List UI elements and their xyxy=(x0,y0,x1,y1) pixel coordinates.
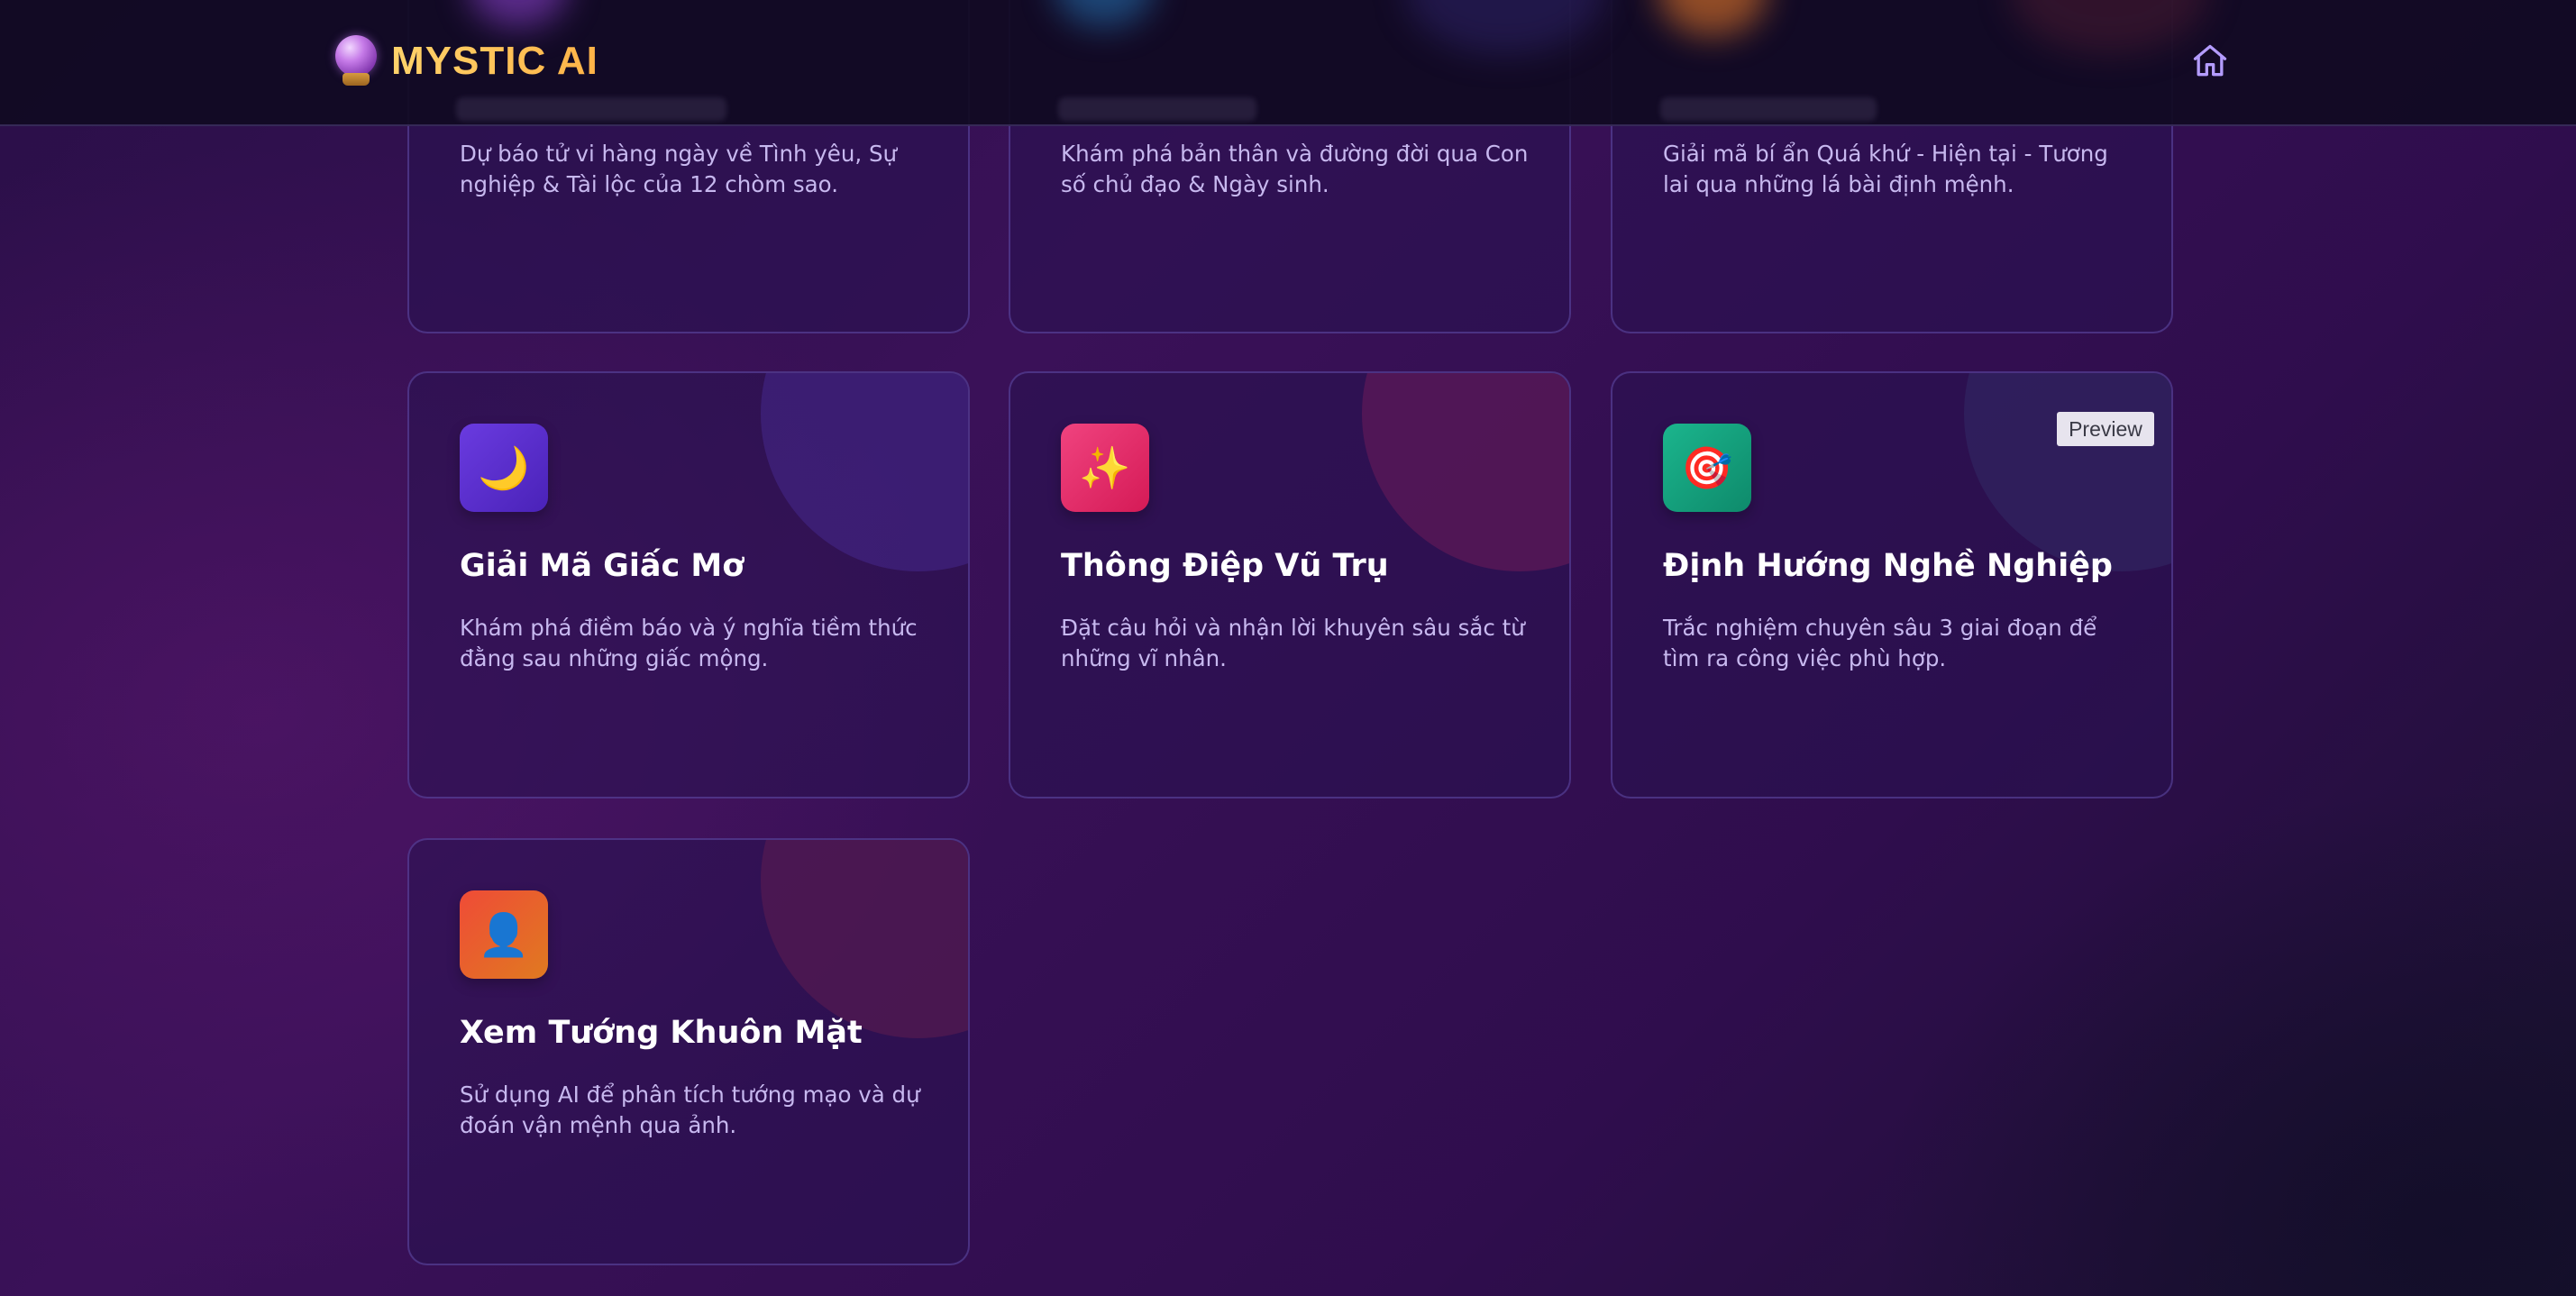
card-description: Giải mã bí ẩn Quá khứ - Hiện tại - Tương… xyxy=(1663,141,2108,197)
header-glow xyxy=(1055,0,1154,27)
home-icon xyxy=(2193,44,2227,77)
card-decor-circle xyxy=(761,840,968,1038)
crescent-moon-icon: 🌙 xyxy=(460,424,548,512)
header-glow xyxy=(469,0,568,27)
card-title: Giải Mã Giấc Mơ xyxy=(460,548,744,584)
card-face-reading[interactable]: 👤 Xem Tướng Khuôn Mặt Sử dụng AI để phân… xyxy=(407,838,970,1265)
brand-name: MYSTIC AI xyxy=(391,39,598,83)
card-description: Khám phá điềm báo và ý nghĩa tiềm thức đ… xyxy=(460,615,918,671)
card-dream-interpretation[interactable]: 🌙 Giải Mã Giấc Mơ Khám phá điềm báo và ý… xyxy=(407,371,970,799)
brand-logo[interactable]: MYSTIC AI xyxy=(333,34,598,88)
card-description: Dự báo tử vi hàng ngày về Tình yêu, Sự n… xyxy=(460,141,898,197)
face-silhouette-icon: 👤 xyxy=(460,890,548,979)
card-decor-circle xyxy=(1362,373,1569,571)
header-glow xyxy=(1658,0,1767,36)
scrolled-card-title-ghost xyxy=(456,97,726,121)
card-description: Khám phá bản thân và đường đời qua Con s… xyxy=(1061,141,1529,197)
home-button[interactable] xyxy=(2187,38,2233,85)
card-decor-circle xyxy=(1964,373,2171,571)
target-dart-icon: 🎯 xyxy=(1663,424,1751,512)
header-glow xyxy=(2010,0,2208,54)
top-navbar: MYSTIC AI xyxy=(0,0,2576,126)
header-glow xyxy=(1406,0,1604,54)
preview-badge[interactable]: Preview xyxy=(2057,412,2154,446)
crystal-ball-icon xyxy=(333,35,379,87)
card-cosmic-message[interactable]: ✨ Thông Điệp Vũ Trụ Đặt câu hỏi và nhận … xyxy=(1009,371,1571,799)
scrolled-card-title-ghost xyxy=(1660,97,1877,121)
card-title: Định Hướng Nghề Nghiệp xyxy=(1663,548,2113,584)
card-title: Xem Tướng Khuôn Mặt xyxy=(460,1015,863,1051)
card-description: Đặt câu hỏi và nhận lời khuyên sâu sắc t… xyxy=(1061,615,1525,671)
card-description: Sử dụng AI để phân tích tướng mạo và dự … xyxy=(460,1082,920,1138)
scrolled-card-title-ghost xyxy=(1058,97,1256,121)
card-description: Trắc nghiệm chuyên sâu 3 giai đoạn để tì… xyxy=(1663,615,2097,671)
card-decor-circle xyxy=(761,373,968,571)
sparkles-icon: ✨ xyxy=(1061,424,1149,512)
card-title: Thông Điệp Vũ Trụ xyxy=(1061,548,1389,584)
